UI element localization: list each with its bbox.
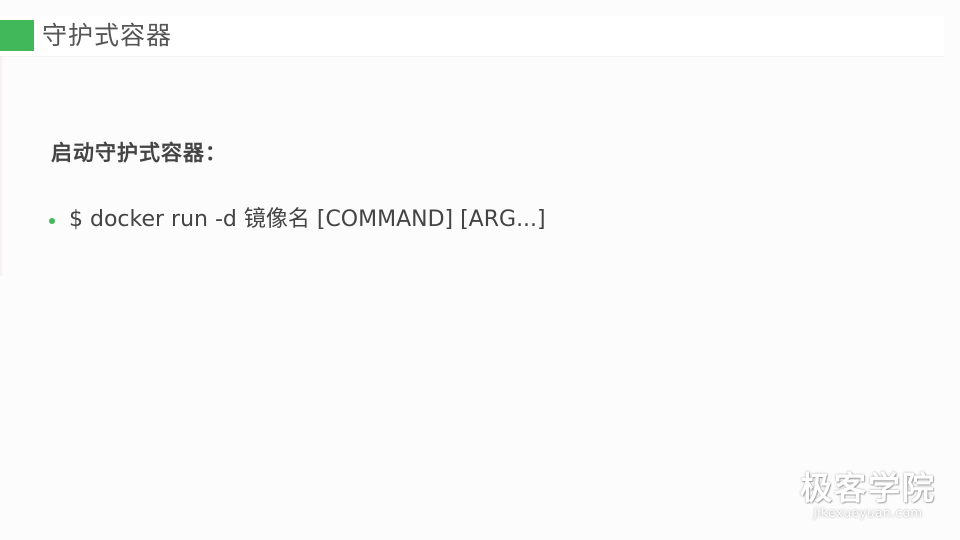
slide-subheading: 启动守护式容器： — [51, 141, 227, 165]
bullet-text: $ docker run -d 镜像名 [COMMAND] [ARG...] — [69, 207, 546, 232]
watermark-main-text: 极客学院 — [799, 469, 936, 507]
presentation-slide: 守护式容器 启动守护式容器： $ docker run -d 镜像名 [COMM… — [0, 0, 960, 540]
bullet-item: $ docker run -d 镜像名 [COMMAND] [ARG...] — [49, 203, 546, 237]
bullet-dot-icon — [49, 218, 55, 224]
watermark-logo: 极客学院 jikexueyuan.com — [798, 470, 938, 520]
slide-title: 守护式容器 — [42, 21, 173, 50]
left-edge-shade — [0, 56, 4, 276]
title-accent-block — [0, 20, 34, 51]
watermark-url-text: jikexueyuan.com — [813, 506, 923, 520]
